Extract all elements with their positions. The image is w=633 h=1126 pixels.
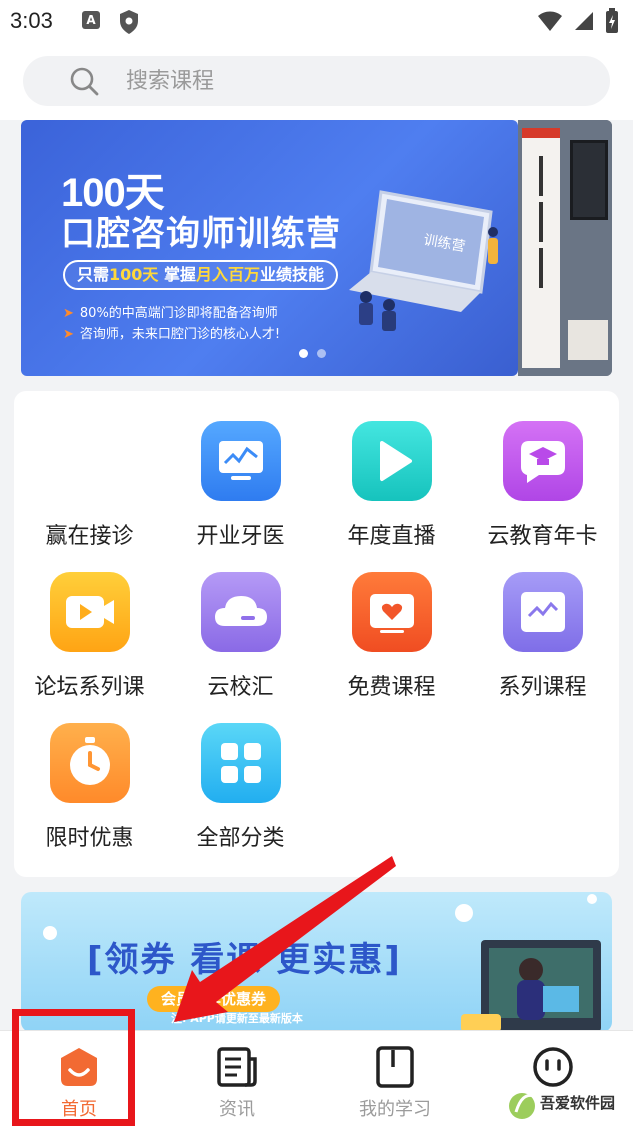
red-highlight-box [12,1009,135,1126]
grid-item-annual-live[interactable]: 年度直播 [316,391,467,549]
news-icon [217,1047,257,1087]
grid-item-cloud-school[interactable]: 云校汇 [165,542,316,700]
banner-tagline: 只需100天 掌握月入百万业绩技能 [63,260,339,290]
grid-item-free-courses[interactable]: 免费课程 [316,542,467,700]
banner-preview-table [568,320,608,360]
monitor-chart-icon [201,421,281,501]
red-arrow-annotation [174,856,396,1022]
status-bar: 3:03 A [0,0,633,44]
decor-bubble [43,926,57,940]
banner-bullet-1-text: 80%的中高端门诊即将配备咨询师 [79,306,278,321]
signal-icon [575,12,593,30]
banner-bullet-1: ➤ 80%的中高端门诊即将配备咨询师 [63,306,278,321]
grid-item-all-categories[interactable]: 全部分类 [165,693,316,851]
tab-news[interactable]: 资讯 [158,1031,316,1126]
wifi-icon [538,11,562,31]
grid-item-label: 全部分类 [196,826,285,851]
teacher-illustration [461,940,601,1032]
banner-tagline-suffix: 业绩技能 [260,265,325,284]
banner-dot-2[interactable] [317,349,326,358]
search-box[interactable] [23,56,610,106]
banner-tagline-mid: 掌握 [158,265,196,284]
banner-title-line2: 口腔咨询师训练营 [61,214,341,254]
hero-banner[interactable]: 100天 口腔咨询师训练营 只需100天 掌握月入百万业绩技能 ➤ 80%的中高端… [21,120,518,376]
category-grid: 赢在接诊 开业牙医 年度直播 云教育年卡 论坛系列课 云校汇 免费课程 系列课程… [14,391,619,877]
grid-icon [201,723,281,803]
heart-screen-icon [352,572,432,652]
banner-preview-screen [570,140,608,220]
grid-item-limited-offer[interactable]: 限时优惠 [14,693,165,851]
status-time: 3:03 [10,8,53,33]
grid-item-label: 免费课程 [347,675,436,700]
laptop-illustration: 训练营 [349,190,498,331]
grid-item-label: 限时优惠 [45,826,134,851]
battery-icon [606,8,618,33]
grid-item-clinic-opening[interactable]: 开业牙医 [165,391,316,549]
watermark-text: 吾爱软件园 [540,1094,616,1112]
grid-item-forum-series[interactable]: 论坛系列课 [14,542,165,700]
cloud-icon [201,572,281,652]
banner-dot-1[interactable] [299,349,308,358]
grid-item-reception[interactable]: 赢在接诊 [14,391,165,549]
graduation-chat-icon [503,421,583,501]
banner-bullet-2-text: 咨询师，未来口腔门诊的核心人才! [79,327,281,342]
tab-news-label: 资讯 [219,1099,255,1120]
grid-item-cloud-education-card[interactable]: 云教育年卡 [467,391,618,549]
search-icon [70,67,99,96]
next-banner-preview[interactable] [518,120,612,376]
decor-bubble [587,894,597,904]
stopwatch-icon [50,723,130,803]
shield-icon [120,10,138,34]
banner-preview-poster [522,128,560,368]
tab-my-learning-label: 我的学习 [359,1099,431,1120]
video-camera-icon [50,572,130,652]
notification-app-icon: A [82,11,100,29]
grid-item-series-courses[interactable]: 系列课程 [467,542,618,700]
banner-pagination [299,349,326,358]
grid-item-label: 系列课程 [498,675,587,700]
banner-tagline-income: 月入百万 [196,265,261,284]
play-icon [352,421,432,501]
search-area [0,44,633,120]
tab-my-learning[interactable]: 我的学习 [316,1031,474,1126]
chart-card-icon [503,572,583,652]
decor-bubble [455,904,473,922]
banner-tagline-prefix: 只需 [77,265,110,284]
search-input[interactable] [126,65,586,97]
banner-bullet-2: ➤ 咨询师，未来口腔门诊的核心人才! [63,327,281,342]
banner-tagline-days: 100天 [109,265,159,284]
book-icon [376,1046,414,1088]
